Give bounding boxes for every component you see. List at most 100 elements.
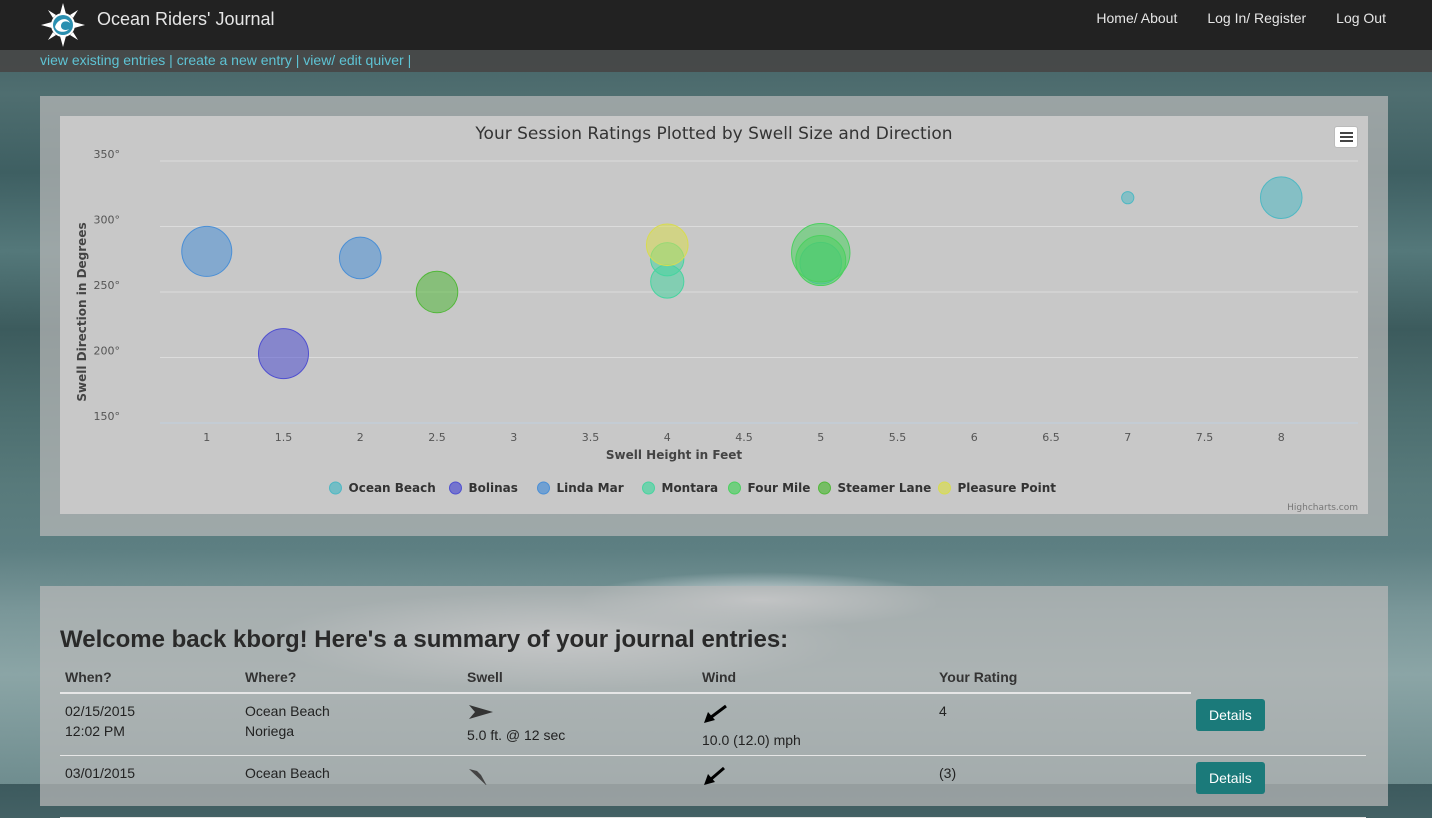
y-tick-label: 300° bbox=[94, 214, 121, 227]
legend-marker bbox=[329, 481, 342, 495]
cell-actions: Details bbox=[1191, 755, 1366, 818]
x-tick-label: 4 bbox=[664, 431, 671, 444]
entry-date: 03/01/2015 bbox=[65, 765, 136, 781]
cell-wind bbox=[697, 755, 934, 818]
edit-quiver-link[interactable]: view/ edit quiver | bbox=[303, 52, 411, 68]
legend-marker bbox=[818, 481, 831, 495]
x-tick-label: 2.5 bbox=[428, 431, 446, 444]
legend-label: Ocean Beach bbox=[349, 481, 436, 495]
header-rating: Your Rating bbox=[934, 664, 1191, 694]
entry-date: 02/15/2015 bbox=[65, 703, 136, 719]
bubble-point bbox=[1121, 191, 1135, 205]
x-tick-label: 8 bbox=[1278, 431, 1285, 444]
chart-panel: Your Session Ratings Plotted by Swell Si… bbox=[40, 96, 1388, 536]
nav-links: Home/ About Log In/ Register Log Out bbox=[1096, 10, 1386, 26]
details-button[interactable]: Details bbox=[1196, 762, 1265, 794]
chart-svg: Your Session Ratings Plotted by Swell Si… bbox=[75, 124, 1358, 513]
bubble-point bbox=[338, 236, 382, 280]
swell-direction-arrow-icon bbox=[469, 705, 493, 719]
bubble-point bbox=[645, 223, 689, 267]
chart-credit: Highcharts.com bbox=[1287, 503, 1358, 513]
legend-label: Bolinas bbox=[469, 481, 518, 495]
swell-direction-arrow-icon bbox=[469, 769, 487, 785]
details-button[interactable]: Details bbox=[1196, 699, 1265, 731]
x-axis-title: Swell Height in Feet bbox=[606, 448, 742, 462]
table-header-row: When? Where? Swell Wind Your Rating bbox=[60, 664, 1366, 694]
header-wind: Wind bbox=[697, 664, 934, 694]
x-tick-label: 7 bbox=[1124, 431, 1131, 444]
x-tick-label: 5.5 bbox=[889, 431, 907, 444]
x-tick-label: 3 bbox=[510, 431, 517, 444]
hamburger-icon bbox=[1340, 132, 1353, 134]
table-row: 02/15/2015 12:02 PM Ocean Beach Noriega … bbox=[60, 693, 1366, 756]
nav-logout[interactable]: Log Out bbox=[1336, 10, 1386, 26]
legend-marker bbox=[642, 481, 655, 495]
bubble-point bbox=[258, 328, 309, 380]
entry-spot: Ocean Beach bbox=[245, 765, 330, 781]
x-tick-label: 6.5 bbox=[1042, 431, 1060, 444]
hamburger-icon bbox=[1340, 136, 1353, 138]
nav-login-register[interactable]: Log In/ Register bbox=[1207, 10, 1306, 26]
sub-navbar: view existing entries | create a new ent… bbox=[0, 50, 1432, 72]
bubble-point bbox=[415, 270, 459, 314]
compass-logo-icon[interactable] bbox=[40, 2, 86, 48]
y-tick-label: 350° bbox=[94, 148, 121, 161]
brand-title[interactable]: Ocean Riders' Journal bbox=[97, 9, 275, 30]
summary-panel: Welcome back kborg! Here's a summary of … bbox=[40, 586, 1388, 818]
cell-actions: Details bbox=[1191, 693, 1366, 756]
bubble-point bbox=[795, 235, 847, 287]
x-tick-label: 1.5 bbox=[275, 431, 293, 444]
entry-rating: 4 bbox=[939, 703, 947, 719]
chart-menu-button[interactable] bbox=[1334, 126, 1358, 148]
view-entries-link[interactable]: view existing entries | bbox=[40, 52, 173, 68]
legend-label: Steamer Lane bbox=[838, 481, 932, 495]
header-swell: Swell bbox=[462, 664, 697, 694]
x-tick-label: 6 bbox=[971, 431, 978, 444]
legend-label: Pleasure Point bbox=[958, 481, 1057, 495]
x-tick-label: 4.5 bbox=[735, 431, 753, 444]
header-when: When? bbox=[60, 664, 240, 694]
y-axis-title: Swell Direction in Degrees bbox=[75, 222, 89, 401]
legend-marker bbox=[728, 481, 741, 495]
bubble-point bbox=[181, 225, 233, 277]
top-navbar: Ocean Riders' Journal Home/ About Log In… bbox=[0, 0, 1432, 50]
create-entry-link[interactable]: create a new entry | bbox=[177, 52, 300, 68]
cell-wind: 10.0 (12.0) mph bbox=[697, 693, 934, 756]
welcome-heading: Welcome back kborg! Here's a summary of … bbox=[60, 626, 789, 653]
legend-marker bbox=[537, 481, 550, 495]
subnav-links: view existing entries | create a new ent… bbox=[40, 52, 411, 68]
cell-when: 02/15/2015 12:02 PM bbox=[60, 693, 240, 756]
cell-swell bbox=[462, 755, 697, 818]
cell-when: 03/01/2015 bbox=[60, 755, 240, 818]
x-tick-label: 1 bbox=[203, 431, 210, 444]
entries-table: When? Where? Swell Wind Your Rating 02/1… bbox=[60, 664, 1366, 818]
legend-marker bbox=[449, 481, 462, 495]
x-tick-label: 7.5 bbox=[1196, 431, 1214, 444]
x-tick-label: 5 bbox=[817, 431, 824, 444]
legend-label: Four Mile bbox=[748, 481, 811, 495]
cell-where: Ocean Beach bbox=[240, 755, 462, 818]
y-tick-label: 150° bbox=[94, 410, 121, 423]
entry-time: 12:02 PM bbox=[65, 723, 125, 739]
header-actions bbox=[1191, 664, 1366, 693]
legend-label: Linda Mar bbox=[557, 481, 624, 495]
y-tick-label: 250° bbox=[94, 279, 121, 292]
entry-wind: 10.0 (12.0) mph bbox=[702, 732, 801, 748]
nav-home-about[interactable]: Home/ About bbox=[1096, 10, 1177, 26]
bubble-chart: Your Session Ratings Plotted by Swell Si… bbox=[60, 116, 1368, 514]
header-where: Where? bbox=[240, 664, 462, 694]
entry-rating: (3) bbox=[939, 765, 957, 781]
entry-subspot: Noriega bbox=[245, 723, 295, 739]
bubble-point bbox=[1259, 176, 1303, 219]
x-tick-label: 2 bbox=[357, 431, 364, 444]
entry-swell: 5.0 ft. @ 12 sec bbox=[467, 727, 566, 743]
wind-direction-arrow-icon bbox=[704, 766, 725, 785]
x-tick-label: 3.5 bbox=[582, 431, 600, 444]
table-row: 03/01/2015 Ocean Beach (3) Details bbox=[60, 755, 1366, 818]
legend-label: Montara bbox=[662, 481, 719, 495]
cell-swell: 5.0 ft. @ 12 sec bbox=[462, 693, 697, 756]
cell-rating: 4 bbox=[934, 693, 1191, 756]
cell-where: Ocean Beach Noriega bbox=[240, 693, 462, 756]
y-tick-label: 200° bbox=[94, 345, 121, 358]
cell-rating: (3) bbox=[934, 755, 1191, 818]
